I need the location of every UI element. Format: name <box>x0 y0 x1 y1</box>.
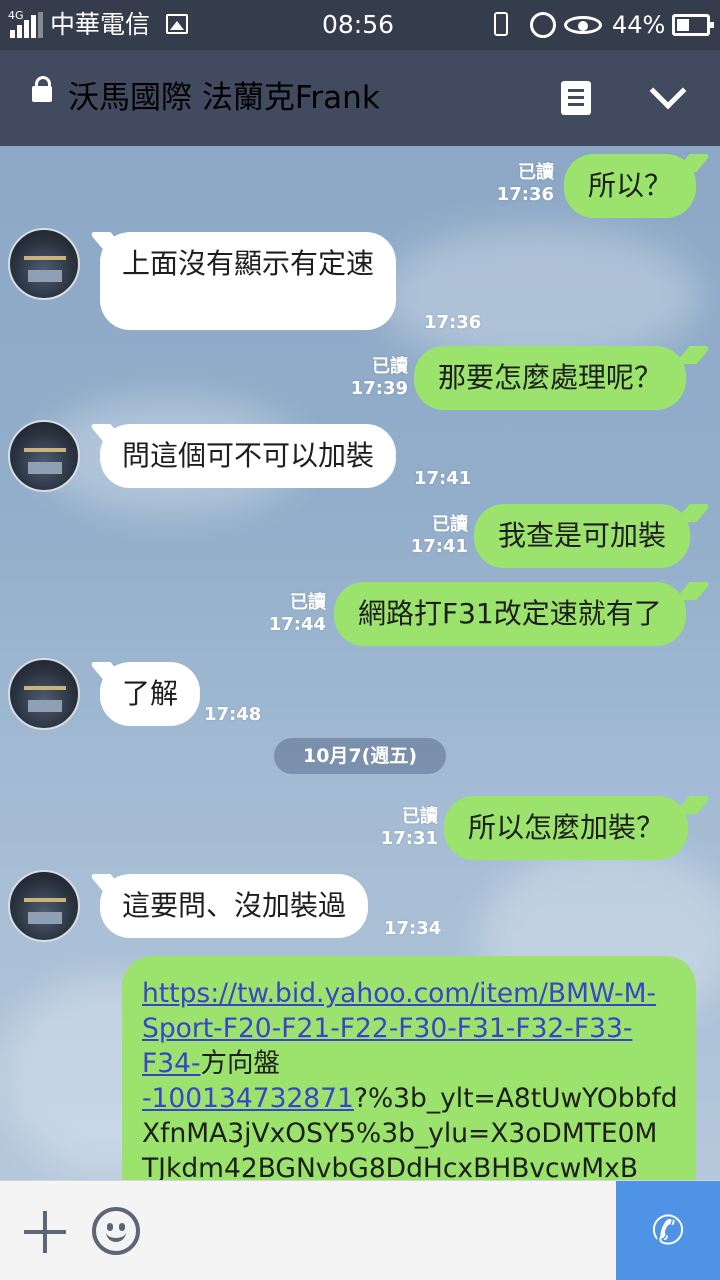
incoming-message[interactable]: 上面沒有顯示有定速 <box>100 232 397 330</box>
vibrate-icon <box>494 12 508 36</box>
message-time: 17:34 <box>384 918 442 939</box>
message-time: 17:31 <box>380 828 438 849</box>
battery-percent: 44% <box>612 11 666 39</box>
read-receipt: 已讀 <box>518 162 554 183</box>
status-bar: 4G 中華電信 08:56 44% <box>0 0 720 50</box>
avatar[interactable] <box>8 658 80 730</box>
plus-icon[interactable] <box>24 1211 66 1253</box>
message-text: 上面沒有顯示有定速 <box>122 247 375 280</box>
outgoing-message[interactable]: 我查是可加裝 <box>474 504 691 568</box>
read-receipt: 已讀 <box>290 592 326 613</box>
outgoing-message[interactable]: 網路打F31改定速就有了 <box>334 582 686 646</box>
message-meta: 已讀 17:39 <box>344 356 408 400</box>
message-link[interactable]: -100134732871 <box>142 1083 354 1114</box>
message-time: 17:36 <box>496 184 554 205</box>
date-separator: 10月7(週五) <box>274 738 446 774</box>
message-meta: 已讀 17:36 <box>490 162 554 206</box>
signal-icon <box>10 12 44 38</box>
message-link[interactable]: https://tw.bid.yahoo.com/item/BMW-M- <box>142 976 676 1011</box>
message-text: XfnMA3jVxOSY5%3b_ylu=X3oDMTE0M <box>142 1118 658 1149</box>
phone-icon: ✆ <box>651 1208 685 1254</box>
carrier-name: 中華電信 <box>50 10 151 39</box>
read-receipt: 已讀 <box>432 514 468 535</box>
alarm-icon <box>530 12 556 38</box>
message-text: 這要問、沒加裝過 <box>122 889 347 922</box>
clock: 08:56 <box>322 10 395 39</box>
incoming-message[interactable]: 了解 <box>100 662 201 726</box>
message-link[interactable]: Sport-F20-F21-F22-F30-F31-F32-F33- <box>142 1011 676 1046</box>
image-icon <box>166 14 188 34</box>
message-meta: 已讀 17:41 <box>404 514 468 558</box>
battery-icon <box>672 14 714 36</box>
message-text: TJkdm42BGNvbG8DdHcxBHBvcwMxB <box>142 1153 639 1180</box>
message-text: 所以？ <box>588 169 673 202</box>
outgoing-message[interactable]: 那要怎麼處理呢？ <box>414 346 687 410</box>
message-text: 所以怎麼加裝？ <box>468 811 665 844</box>
read-receipt: 已讀 <box>402 806 438 827</box>
message-text: 那要怎麼處理呢？ <box>438 361 663 394</box>
message-time: 17:44 <box>268 614 326 635</box>
bubble-tail <box>674 346 712 364</box>
battery-level <box>677 19 689 31</box>
call-button[interactable]: ✆ <box>616 1181 720 1280</box>
chat-area[interactable]: 已讀 17:36 所以？ 上面沒有顯示有定速 17:36 已讀 17:39 那要… <box>0 146 720 1180</box>
avatar[interactable] <box>8 228 80 300</box>
input-bar: ✆ <box>0 1180 720 1280</box>
message-text-line: -100134732871?%3b_ylt=A8tUwYObbfd <box>142 1081 678 1116</box>
message-time: 17:48 <box>204 704 262 725</box>
incoming-message[interactable]: 問這個可不可以加裝 <box>100 424 397 488</box>
message-time: 17:36 <box>424 312 482 333</box>
bubble-tail <box>674 582 712 600</box>
incoming-message[interactable]: 這要問、沒加裝過 <box>100 874 369 938</box>
message-text: 網路打F31改定速就有了 <box>358 597 662 630</box>
message-text: 了解 <box>122 677 179 710</box>
outgoing-link-message[interactable]: https://tw.bid.yahoo.com/item/BMW-M- Spo… <box>122 956 696 1180</box>
message-meta: 已讀 17:44 <box>262 592 326 636</box>
message-text: 問這個可不可以加裝 <box>122 439 375 472</box>
chat-title[interactable]: 沃馬國際 法蘭克Frank <box>68 78 380 118</box>
message-text: 我查是可加裝 <box>498 519 667 552</box>
message-time: 17:41 <box>410 536 468 557</box>
message-text: ?%3b_ylt=A8tUwYObbfd <box>353 1083 678 1114</box>
eye-icon <box>564 16 602 34</box>
message-text: 方向盤 <box>200 1048 281 1079</box>
read-receipt: 已讀 <box>372 356 408 377</box>
emoji-icon[interactable] <box>92 1207 140 1255</box>
message-link[interactable]: F34- <box>142 1048 201 1079</box>
outgoing-message[interactable]: 所以？ <box>564 154 697 218</box>
message-meta: 已讀 17:31 <box>374 806 438 850</box>
message-text-line: F34-方向盤 <box>142 1046 676 1081</box>
avatar[interactable] <box>8 870 80 942</box>
message-time: 17:39 <box>350 378 408 399</box>
avatar[interactable] <box>8 420 80 492</box>
outgoing-message[interactable]: 所以怎麼加裝？ <box>444 796 689 860</box>
lock-icon <box>32 76 52 102</box>
notes-icon[interactable] <box>561 81 591 115</box>
message-time: 17:41 <box>414 468 472 489</box>
